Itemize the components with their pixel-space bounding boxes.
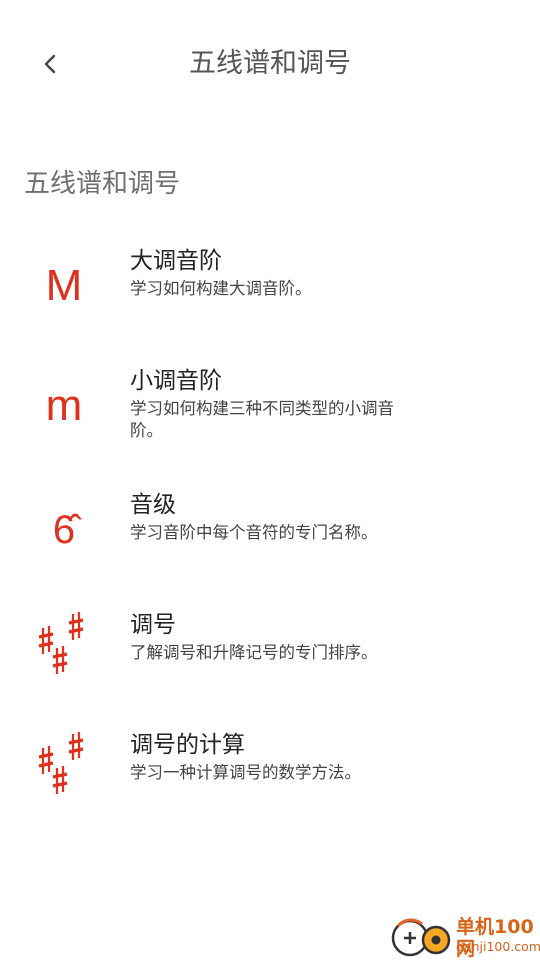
lesson-item-key-signatures[interactable]: 调号 了解调号和升降记号的专门排序。 [0,610,540,720]
lesson-text: 小调音阶 学习如何构建三种不同类型的小调音阶。 [130,366,410,442]
lesson-text: 调号的计算 学习一种计算调号的数学方法。 [130,730,410,784]
scale-degree-icon: 6̂ [24,490,104,570]
lesson-title: 大调音阶 [130,248,222,274]
lesson-description: 学习音阶中每个音符的专门名称。 [130,523,378,542]
major-scale-icon-glyph: M [45,261,83,310]
watermark-logo-icon [391,918,451,957]
scale-degree-icon-glyph: 6̂ [52,508,76,552]
lesson-description: 学习如何构建三种不同类型的小调音阶。 [130,399,394,440]
lesson-description: 学习如何构建大调音阶。 [130,279,312,298]
lesson-description: 学习一种计算调号的数学方法。 [130,763,361,782]
page-title: 五线谱和调号 [189,48,351,79]
watermark: 单机100网 danji100.com [388,914,540,960]
lesson-title: 调号的计算 [130,732,245,758]
lesson-title: 调号 [130,612,176,638]
major-scale-icon: M [24,246,104,326]
lesson-description: 了解调号和升降记号的专门排序。 [130,643,378,662]
lesson-item-major-scales[interactable]: M 大调音阶 学习如何构建大调音阶。 [0,246,540,356]
lesson-text: 音级 学习音阶中每个音符的专门名称。 [130,490,410,544]
lesson-title: 小调音阶 [130,368,222,394]
lesson-item-scale-degrees[interactable]: 6̂ 音级 学习音阶中每个音符的专门名称。 [0,490,540,600]
lesson-title: 音级 [130,492,176,518]
sharps-icon [24,606,104,686]
minor-scale-icon-glyph: m [45,381,83,430]
lesson-item-key-signature-calculation[interactable]: 调号的计算 学习一种计算调号的数学方法。 [0,730,540,840]
lesson-text: 调号 了解调号和升降记号的专门排序。 [130,610,410,664]
sharps-icon [24,726,104,806]
section-title: 五线谱和调号 [24,169,181,199]
minor-scale-icon: m [24,366,104,446]
lesson-text: 大调音阶 学习如何构建大调音阶。 [130,246,410,300]
top-app-bar: 五线谱和调号 [0,0,540,128]
lesson-item-minor-scales[interactable]: m 小调音阶 学习如何构建三种不同类型的小调音阶。 [0,366,540,476]
watermark-url: danji100.com [456,939,540,954]
